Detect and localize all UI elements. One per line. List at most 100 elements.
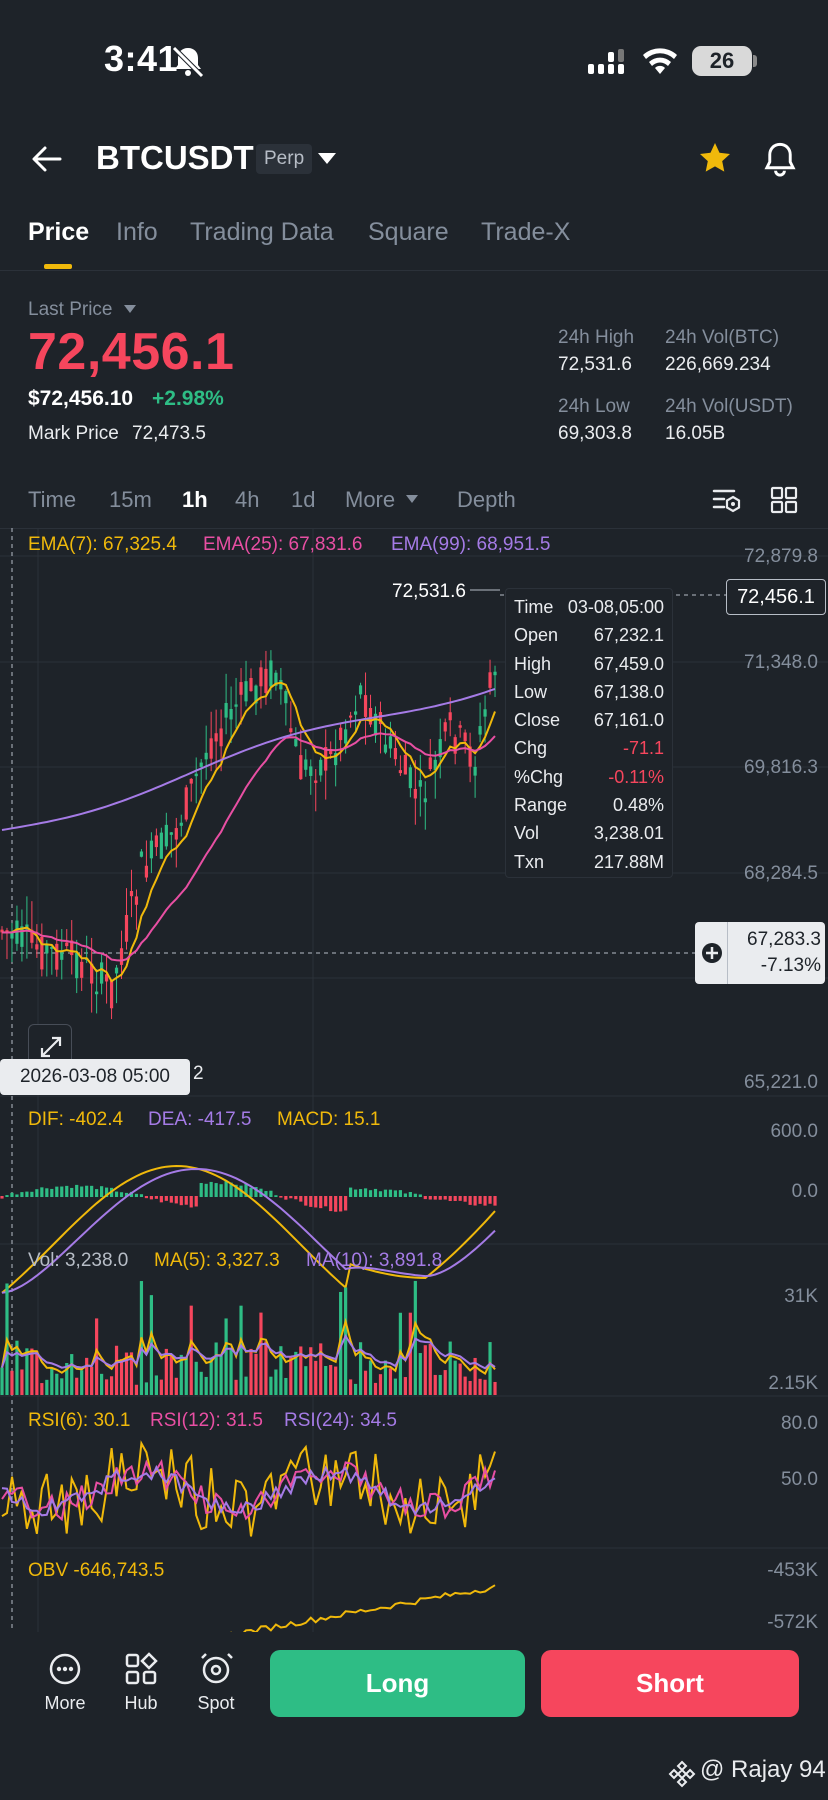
chart-settings-icon[interactable] — [712, 486, 742, 514]
candle-body — [423, 798, 427, 803]
macd-histogram-bar — [398, 1190, 402, 1197]
volume-bar — [493, 1381, 497, 1395]
interval-15m[interactable]: 15m — [109, 487, 152, 513]
spot-icon[interactable] — [198, 1652, 234, 1686]
volume-bar — [85, 1357, 89, 1395]
volume-bar — [169, 1354, 173, 1395]
mark-price-label: Mark Price — [28, 423, 119, 444]
macd-dif-label: DIF: -402.4 — [28, 1109, 124, 1130]
ema25-label: EMA(25): 67,831.6 — [203, 534, 363, 555]
candle-body — [329, 751, 333, 755]
symbol-dropdown-icon[interactable] — [316, 150, 338, 166]
macd-histogram-bar — [159, 1196, 163, 1203]
candle-body — [463, 732, 467, 742]
macd-histogram-bar — [299, 1196, 303, 1202]
ema7-label: EMA(7): 67,325.4 — [28, 534, 177, 555]
last-price-label[interactable]: Last Price — [28, 299, 112, 321]
macd-histogram-bar — [134, 1193, 139, 1197]
candle-body — [269, 660, 273, 687]
macd-histogram-bar — [329, 1196, 333, 1212]
candle-body — [109, 980, 114, 1009]
candle-body — [100, 962, 104, 984]
candle-body — [139, 851, 144, 857]
bell-alert-icon[interactable] — [762, 140, 798, 178]
active-tab-indicator — [44, 264, 72, 269]
short-button[interactable]: Short — [541, 1650, 799, 1717]
main-tabs: Price Info Trading Data Square Trade-X — [0, 218, 828, 270]
volume-bar — [334, 1366, 338, 1395]
tab-square[interactable]: Square — [368, 218, 449, 247]
star-favorite-icon[interactable] — [696, 140, 734, 176]
macd-histogram-bar — [413, 1193, 417, 1197]
volume-bar — [448, 1341, 452, 1395]
interval-time[interactable]: Time — [28, 487, 76, 513]
more-dropdown-icon[interactable] — [405, 494, 419, 504]
volume-bar — [244, 1376, 248, 1395]
volume-bar — [104, 1379, 109, 1395]
ema7-line — [1, 681, 496, 983]
status-time: 3:41 — [104, 38, 179, 79]
macd-histogram-bar — [468, 1196, 472, 1205]
tab-info[interactable]: Info — [116, 218, 158, 247]
volume-bar — [388, 1368, 393, 1395]
interval-1h[interactable]: 1h — [182, 487, 208, 513]
interval-1d[interactable]: 1d — [291, 487, 315, 513]
candle-body — [388, 736, 393, 749]
nav-hub-label[interactable]: Hub — [111, 1693, 171, 1714]
tab-price[interactable]: Price — [28, 218, 89, 247]
volume-bar — [154, 1375, 158, 1395]
volume-bar — [30, 1348, 34, 1395]
candle-body — [209, 738, 213, 759]
usd-price: $72,456.10 — [28, 387, 134, 410]
grid-layout-icon[interactable] — [770, 486, 798, 514]
more-circle-icon[interactable] — [48, 1652, 82, 1686]
nav-spot-label[interactable]: Spot — [186, 1693, 246, 1714]
candle-body — [164, 824, 168, 847]
volume-bar — [463, 1376, 467, 1395]
last-price-dropdown-icon[interactable] — [123, 304, 137, 314]
volume-bar — [289, 1356, 293, 1395]
obv-label: OBV -646,743.5 — [28, 1560, 165, 1581]
watermark: @ Rajay 94 — [700, 1756, 826, 1783]
hub-icon[interactable] — [124, 1652, 158, 1686]
candle-body — [418, 780, 422, 787]
volume-bar — [458, 1363, 462, 1395]
candle-body — [398, 770, 402, 774]
price-axis-1: 72,879.8 — [744, 546, 818, 567]
macd-histogram-bar — [304, 1196, 308, 1206]
crosshair-price-tag[interactable]: 67,283.3 -7.13% — [695, 922, 825, 984]
interval-4h[interactable]: 4h — [235, 487, 259, 513]
rsi12-label: RSI(12): 31.5 — [150, 1410, 263, 1431]
long-button[interactable]: Long — [270, 1650, 525, 1717]
current-price-tag[interactable]: 72,456.1 — [726, 579, 826, 615]
tab-trading-data[interactable]: Trading Data — [190, 218, 334, 247]
macd-histogram-bar — [353, 1189, 358, 1197]
interval-more[interactable]: More — [345, 487, 395, 513]
candle-body — [413, 788, 417, 799]
nav-more-label[interactable]: More — [35, 1693, 95, 1714]
candle-body — [309, 766, 313, 776]
candle-body — [55, 943, 59, 970]
candle-body — [234, 704, 238, 707]
macd-histogram-bar — [418, 1194, 422, 1197]
last-price-value: 72,456.1 — [28, 323, 235, 381]
low-24h-label: 24h Low — [558, 396, 630, 417]
macd-histogram-bar — [10, 1192, 14, 1197]
back-arrow-icon[interactable] — [30, 142, 64, 176]
tab-trade-x[interactable]: Trade-X — [481, 218, 570, 247]
volume-bar — [204, 1376, 208, 1395]
candle-body — [149, 840, 153, 859]
volume-bar — [35, 1351, 39, 1395]
low-24h-value: 69,303.8 — [558, 423, 632, 444]
symbol-title[interactable]: BTCUSDT — [96, 139, 254, 177]
candle-body — [114, 967, 119, 974]
volume-bar — [418, 1353, 422, 1395]
macd-histogram-bar — [100, 1186, 104, 1197]
volume-bar — [304, 1366, 308, 1395]
macd-histogram-bar — [119, 1192, 124, 1197]
volume-bar — [229, 1347, 233, 1395]
add-order-icon[interactable] — [701, 942, 723, 964]
interval-depth[interactable]: Depth — [457, 487, 516, 513]
candle-body — [259, 667, 263, 687]
volume-bar — [274, 1369, 278, 1395]
